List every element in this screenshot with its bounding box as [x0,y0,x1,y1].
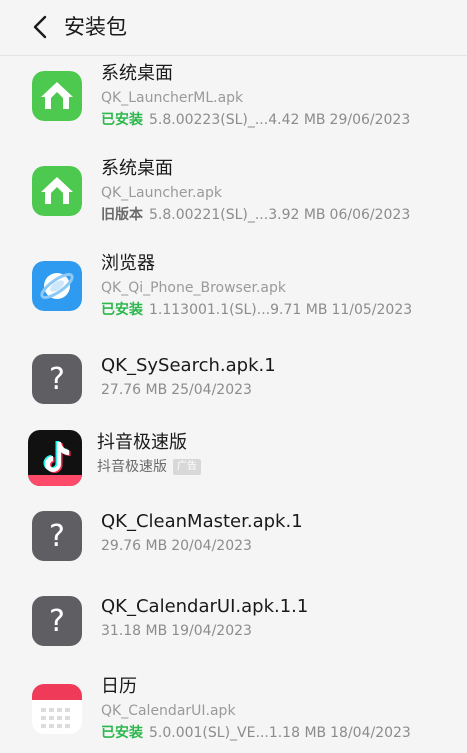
item-size: 29.76 MB [101,538,168,554]
item-meta: 27.76 MB 25/04/2023 [101,381,276,399]
item-filename: QK_CalendarUI.apk [101,703,236,719]
item-meta: 旧版本 5.8.00221(SL)_...3.92 MB 06/06/2023 [101,206,410,224]
item-size: 27.76 MB [101,382,168,398]
item-version: 1.113001.1(SL)... [149,302,271,318]
item-date: 25/04/2023 [171,382,252,398]
item-name: 抖音极速版 [97,432,187,453]
ad-list-item[interactable]: 抖音极速版 抖音极速版 广告 [0,425,467,491]
page-title: 安装包 [64,15,127,39]
item-name: 浏览器 [101,253,155,274]
list-item[interactable]: ? QK_CleanMaster.apk.1 29.76 MB 20/04/202… [0,502,467,572]
header-bar: 安装包 [0,0,467,56]
package-list[interactable]: 系统桌面 QK_LauncherML.apk 已安装 5.8.00223(SL)_… [0,57,467,753]
item-size: 3.92 MB [268,207,326,223]
item-meta: 已安装 1.113001.1(SL)...9.71 MB 11/05/2023 [101,301,412,319]
svg-text:?: ? [49,519,65,554]
status-badge: 已安装 [101,112,143,128]
list-item[interactable]: 系统桌面 QK_Launcher.apk 旧版本 5.8.00221(SL)_..… [0,154,467,240]
item-date: 11/05/2023 [331,302,413,318]
item-name: QK_SySearch.apk.1 [101,355,276,376]
item-filename: QK_Launcher.apk [101,185,223,201]
douyin-app-icon [28,430,82,486]
list-item[interactable]: 日历 QK_CalendarUI.apk 已安装 5.0.001(SL)_VE..… [0,672,467,753]
item-version: 5.8.00221(SL)_... [149,207,269,223]
calendar-app-icon [32,684,82,734]
item-size: 4.42 MB [268,112,326,128]
item-date: 18/04/2023 [330,725,411,741]
item-meta: 已安装 5.0.001(SL)_VE...1.18 MB 18/04/2023 [101,724,411,742]
item-version: 5.8.00223(SL)_... [149,112,269,128]
item-filename: QK_Qi_Phone_Browser.apk [101,280,286,296]
item-date: 19/04/2023 [171,623,252,639]
list-item[interactable]: ? QK_SySearch.apk.1 27.76 MB 25/04/2023 [0,344,467,414]
list-item[interactable]: 浏览器 QK_Qi_Phone_Browser.apk 已安装 1.113001.… [0,249,467,335]
unknown-file-icon: ? [32,354,82,404]
item-date: 29/06/2023 [329,112,411,128]
item-meta: 31.18 MB 19/04/2023 [101,622,308,640]
item-name: 系统桌面 [101,158,173,179]
item-date: 20/04/2023 [171,538,252,554]
item-meta: 已安装 5.8.00223(SL)_...4.42 MB 29/06/2023 [101,111,410,129]
browser-app-icon [32,261,82,311]
home-app-icon [32,71,82,121]
status-badge: 已安装 [101,302,143,318]
unknown-file-icon: ? [32,511,82,561]
chevron-left-icon [33,15,47,39]
item-filename: QK_LauncherML.apk [101,90,244,106]
item-meta: 29.76 MB 20/04/2023 [101,537,303,555]
svg-text:?: ? [49,604,65,639]
list-item[interactable]: ? QK_CalendarUI.apk.1.1 31.18 MB 19/04/20… [0,587,467,657]
list-item[interactable]: 系统桌面 QK_LauncherML.apk 已安装 5.8.00223(SL)_… [0,59,467,145]
item-name: 系统桌面 [101,63,173,84]
unknown-file-icon: ? [32,596,82,646]
item-size: 1.18 MB [268,725,327,741]
svg-text:?: ? [49,362,65,397]
item-size: 9.71 MB [270,302,328,318]
ad-subtitle: 抖音极速版 广告 [97,458,201,476]
status-badge: 已安装 [101,725,143,741]
item-version: 5.0.001(SL)_VE... [149,725,269,741]
item-name: 日历 [101,676,137,697]
back-button[interactable] [28,13,54,41]
item-size: 31.18 MB [101,623,168,639]
ad-badge: 广告 [173,459,201,475]
status-badge: 旧版本 [101,207,143,223]
item-name: QK_CleanMaster.apk.1 [101,511,303,532]
item-date: 06/06/2023 [329,207,411,223]
item-name: QK_CalendarUI.apk.1.1 [101,596,309,617]
home-app-icon [32,166,82,216]
